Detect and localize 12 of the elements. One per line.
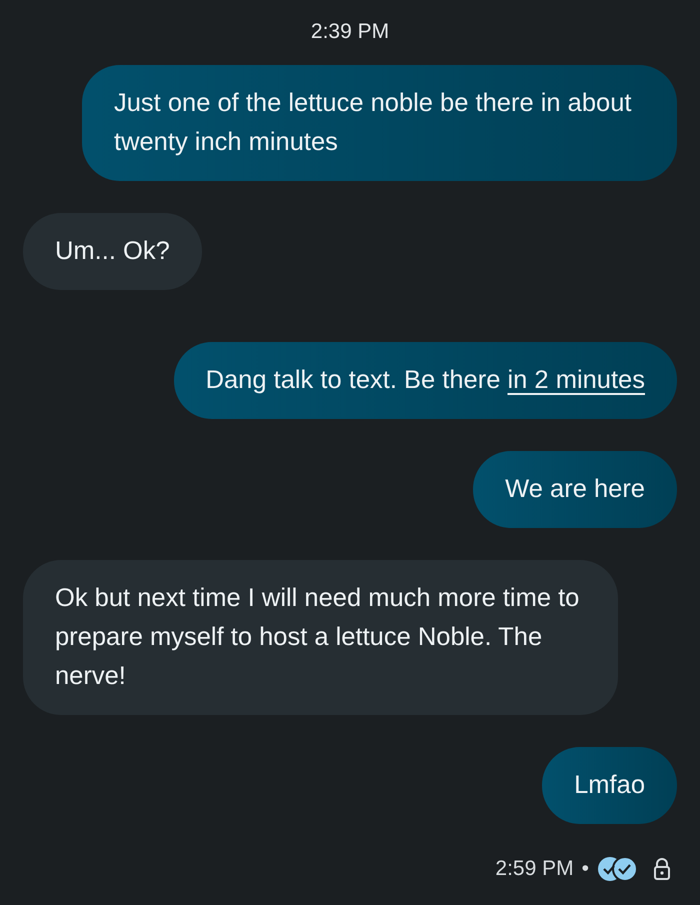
sent-message: Lmfao [542,747,677,824]
separator-dot: • [582,857,589,881]
sent-time: 2:59 PM [495,857,574,881]
sent-message: Just one of the lettuce noble be there in about twenty inch minutes [82,65,677,181]
message-link[interactable]: in 2 minutes [508,366,645,394]
received-message: Ok but next time I will need much more time to prepare myself to host a lettuce Noble. The nerve! [23,560,618,715]
received-message: Um... Ok? [23,213,202,290]
lock-icon [653,858,671,880]
sent-message: Dang talk to text. Be there in 2 minutes [174,342,677,419]
double-check-icon [597,856,639,882]
sent-message: We are here [473,451,677,528]
timestamp: 2:39 PM [310,20,390,44]
